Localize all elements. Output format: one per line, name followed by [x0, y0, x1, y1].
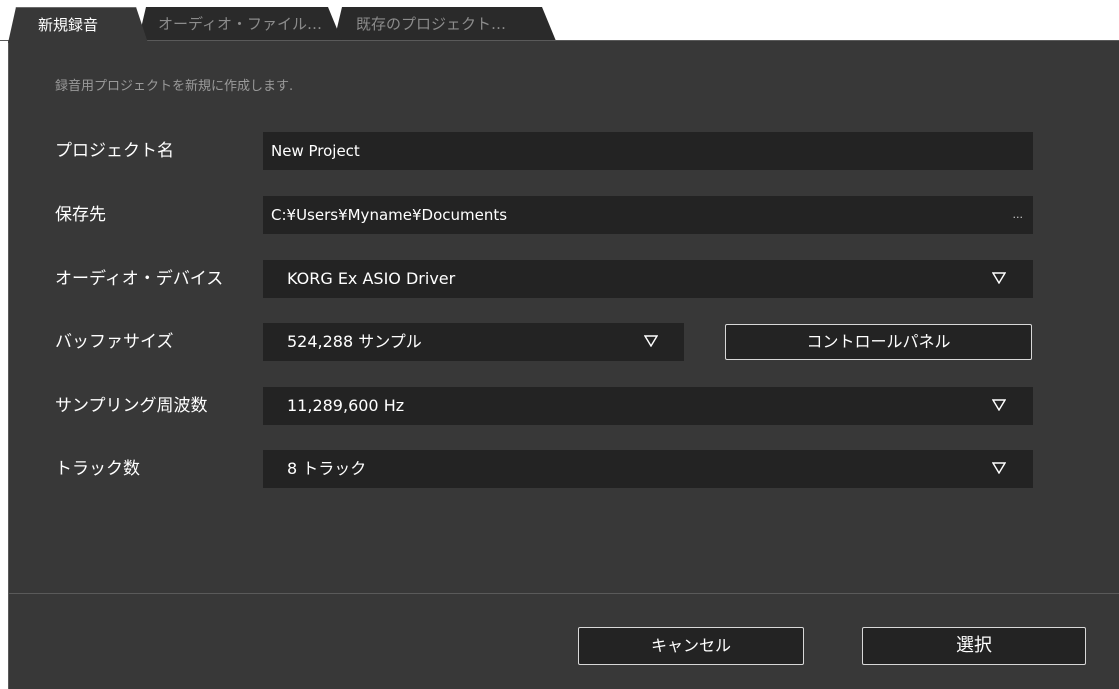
audio-device-value: KORG Ex ASIO Driver — [287, 269, 456, 288]
track-count-value: 8 トラック — [287, 459, 367, 478]
description-text: 録音用プロジェクトを新規に作成します. — [55, 79, 294, 94]
save-location-value: C:¥Users¥Myname¥Documents — [271, 206, 508, 224]
audio-device-label: オーディオ・デバイス — [55, 269, 224, 289]
chevron-down-icon — [644, 335, 658, 347]
track-count-label: トラック数 — [55, 459, 140, 479]
chevron-down-icon — [992, 399, 1006, 411]
track-count-dropdown[interactable]: 8 トラック — [263, 450, 1033, 488]
select-button[interactable]: 選択 — [862, 627, 1086, 665]
save-location-input[interactable]: C:¥Users¥Myname¥Documents ... — [263, 196, 1033, 234]
dialog-footer: キャンセル 選択 — [8, 594, 1119, 689]
tab-existing-project-label: 既存のプロジェクト… — [356, 15, 507, 33]
sample-rate-value: 11,289,600 Hz — [287, 396, 405, 415]
tab-bar-divider — [0, 40, 1119, 41]
browse-button[interactable]: ... — [1013, 196, 1024, 234]
project-name-value: New Project — [271, 142, 360, 160]
buffer-size-label: バッファサイズ — [55, 332, 174, 352]
tab-existing-project[interactable]: 既存のプロジェクト… — [334, 7, 556, 41]
sample-rate-dropdown[interactable]: 11,289,600 Hz — [263, 387, 1033, 425]
project-name-input[interactable]: New Project — [263, 132, 1033, 170]
new-recording-dialog: 既存のプロジェクト… オーディオ・ファイル… 新規録音 録音用プロジェクトを新規… — [0, 0, 1119, 689]
buffer-size-dropdown[interactable]: 524,288 サンプル — [263, 323, 684, 361]
sample-rate-label: サンプリング周波数 — [55, 396, 208, 416]
save-location-label: 保存先 — [55, 205, 106, 225]
tab-bar: 既存のプロジェクト… オーディオ・ファイル… 新規録音 — [0, 0, 1119, 43]
tab-audio-file-label: オーディオ・ファイル… — [158, 15, 322, 33]
settings-panel: 録音用プロジェクトを新規に作成します. プロジェクト名 New Project … — [8, 41, 1119, 593]
project-name-label: プロジェクト名 — [55, 141, 174, 161]
cancel-button[interactable]: キャンセル — [578, 627, 804, 665]
tab-audio-file[interactable]: オーディオ・ファイル… — [138, 7, 342, 41]
buffer-size-value: 524,288 サンプル — [287, 332, 422, 351]
tab-new-recording-label: 新規録音 — [38, 16, 99, 34]
control-panel-button[interactable]: コントロールパネル — [725, 324, 1032, 360]
chevron-down-icon — [992, 272, 1006, 284]
chevron-down-icon — [992, 462, 1006, 474]
tab-new-recording[interactable]: 新規録音 — [8, 7, 148, 43]
audio-device-dropdown[interactable]: KORG Ex ASIO Driver — [263, 260, 1033, 298]
